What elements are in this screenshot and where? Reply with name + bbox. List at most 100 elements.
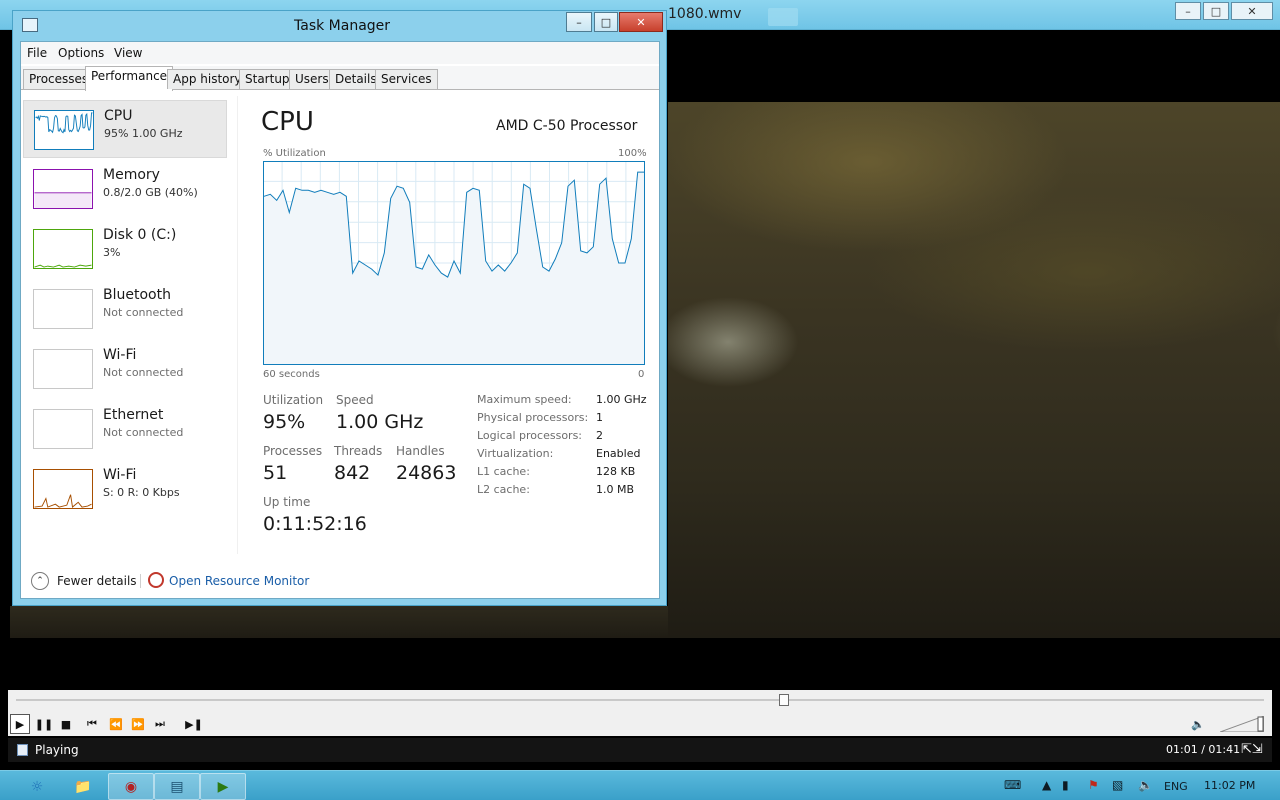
sidebar-label: Wi-Fi (103, 467, 137, 483)
cpu-thumbnail-graph (34, 110, 94, 150)
seek-thumb[interactable] (778, 694, 789, 706)
processor-name: AMD C-50 Processor (496, 118, 638, 134)
player-minimize-button[interactable]: – (1175, 2, 1201, 20)
sidebar-item-ethernet[interactable]: Ethernet Not connected (23, 400, 227, 458)
media-player-taskbar-icon[interactable]: ▶ (200, 773, 246, 800)
video-frame[interactable] (668, 102, 1280, 638)
seek-track (16, 699, 1264, 701)
task-manager-app-icon[interactable] (22, 18, 38, 32)
speaker-icon[interactable]: 🔈 (1138, 778, 1153, 792)
playback-controls: ▶ ❚❚ ■ ⏮ ⏪ ⏩ ⏭ ▶❚ 🔈 (8, 712, 1272, 736)
processes-value: 51 (263, 462, 288, 484)
tab-users[interactable]: Users (289, 69, 335, 89)
playback-status: Playing (35, 743, 79, 757)
uptime-label: Up time (263, 495, 311, 509)
menu-options[interactable]: Options (58, 46, 104, 60)
keyboard-icon[interactable]: ⌨ (1004, 778, 1021, 792)
player-title-glow (768, 8, 798, 26)
l2-cache-value: 1.0 MB (596, 483, 635, 496)
open-resource-monitor-link[interactable]: Open Resource Monitor (169, 574, 309, 588)
utilization-axis-label: % Utilization (263, 148, 326, 159)
playback-time: 01:01 / 01:41 (1166, 743, 1241, 756)
l2-cache-key: L2 cache: (477, 483, 530, 496)
resource-monitor-icon[interactable] (148, 572, 164, 588)
input-language-indicator[interactable]: ENG (1164, 780, 1188, 793)
power-icon[interactable]: ▮ (1062, 778, 1069, 792)
system-clock[interactable]: 11:02 PM (1204, 779, 1255, 792)
logical-processors-value: 2 (596, 429, 603, 442)
seek-bar[interactable] (8, 690, 1272, 712)
sidebar-item-disk[interactable]: Disk 0 (C:) 3% (23, 220, 227, 278)
zero-axis-label: 0 (638, 369, 645, 380)
threads-label: Threads (334, 444, 383, 458)
tab-app-history[interactable]: App history (167, 69, 248, 89)
file-explorer-icon[interactable]: 📁 (60, 773, 106, 800)
task-manager-taskbar-icon[interactable]: ▤ (154, 773, 200, 800)
logical-processors-key: Logical processors: (477, 429, 583, 442)
sidebar-label: Disk 0 (C:) (103, 227, 177, 243)
player-title: 1080.wmv (668, 6, 742, 22)
network-signal-icon[interactable]: ▧ (1112, 778, 1123, 792)
speed-label: Speed (336, 393, 374, 407)
volume-slider[interactable] (1220, 716, 1264, 732)
tm-titlebar[interactable]: Task Manager – □ ✕ (13, 11, 666, 41)
sidebar-item-bluetooth[interactable]: Bluetooth Not connected (23, 280, 227, 338)
sidebar-item-cpu[interactable]: CPU 95% 1.00 GHz (23, 100, 227, 158)
task-manager-window: Task Manager – □ ✕ File Options View Pro… (12, 10, 667, 606)
internet-explorer-icon[interactable]: ☼ (14, 773, 60, 800)
ethernet-thumbnail-graph (33, 409, 93, 449)
sidebar-divider (237, 96, 238, 554)
handles-value: 24863 (396, 462, 457, 484)
tm-window-title: Task Manager (294, 18, 391, 34)
tab-services[interactable]: Services (375, 69, 438, 89)
player-close-button[interactable]: ✕ (1231, 2, 1273, 20)
skip-forward-button[interactable]: ⏭ (150, 714, 170, 734)
sidebar-item-memory[interactable]: Memory 0.8/2.0 GB (40%) (23, 160, 227, 218)
volume-icon[interactable]: 🔈 (1188, 714, 1208, 734)
threads-value: 842 (334, 462, 371, 484)
menu-file[interactable]: File (27, 46, 47, 60)
sidebar-item-wifi[interactable]: Wi-Fi Not connected (23, 340, 227, 398)
aspect-ratio-icon[interactable]: ⇱⇲ (1241, 742, 1263, 757)
sidebar-label: Ethernet (103, 407, 164, 423)
sidebar-sublabel: 95% 1.00 GHz (104, 127, 183, 140)
tab-processes[interactable]: Processes (23, 69, 95, 89)
sidebar-label: Wi-Fi (103, 347, 137, 363)
wifi-thumbnail-graph (33, 349, 93, 389)
media-app-icon[interactable]: ◉ (108, 773, 154, 800)
action-center-flag-icon[interactable]: ⚑ (1088, 778, 1099, 792)
sidebar-item-wifi-connected[interactable]: Wi-Fi S: 0 R: 0 Kbps (23, 460, 227, 518)
sidebar-sublabel: 0.8/2.0 GB (40%) (103, 186, 198, 199)
fast-forward-button[interactable]: ⏩ (128, 714, 148, 734)
speed-value: 1.00 GHz (336, 411, 424, 433)
chevron-up-icon[interactable]: ⌃ (31, 572, 49, 590)
player-maximize-button[interactable]: □ (1203, 2, 1229, 20)
handles-label: Handles (396, 444, 445, 458)
tab-performance[interactable]: Performance (85, 66, 174, 91)
fewer-details-link[interactable]: Fewer details (57, 574, 137, 588)
tab-startup[interactable]: Startup (239, 69, 296, 89)
frame-step-button[interactable]: ▶❚ (184, 714, 204, 734)
menu-view[interactable]: View (114, 46, 142, 60)
stop-button[interactable]: ■ (56, 714, 76, 734)
tm-minimize-button[interactable]: – (566, 12, 592, 32)
video-frame-edge (10, 606, 668, 638)
processes-label: Processes (263, 444, 323, 458)
tm-maximize-button[interactable]: □ (594, 12, 618, 32)
wifi-activity-thumbnail-graph (33, 469, 93, 509)
pause-button[interactable]: ❚❚ (34, 714, 54, 734)
max-axis-label: 100% (618, 148, 647, 159)
cpu-utilization-graph (263, 161, 645, 365)
bottom-separator (140, 574, 141, 588)
sidebar-sublabel: 3% (103, 246, 121, 259)
disk-thumbnail-graph (33, 229, 93, 269)
rewind-button[interactable]: ⏪ (106, 714, 126, 734)
document-icon (17, 744, 28, 756)
skip-back-button[interactable]: ⏮ (82, 714, 102, 734)
bluetooth-thumbnail-graph (33, 289, 93, 329)
tm-close-button[interactable]: ✕ (619, 12, 663, 32)
play-button[interactable]: ▶ (10, 714, 30, 734)
max-speed-key: Maximum speed: (477, 393, 572, 406)
show-hidden-icons-chevron-icon[interactable]: ▲ (1042, 778, 1051, 792)
tm-client-area: File Options View Processes Performance … (20, 41, 660, 599)
